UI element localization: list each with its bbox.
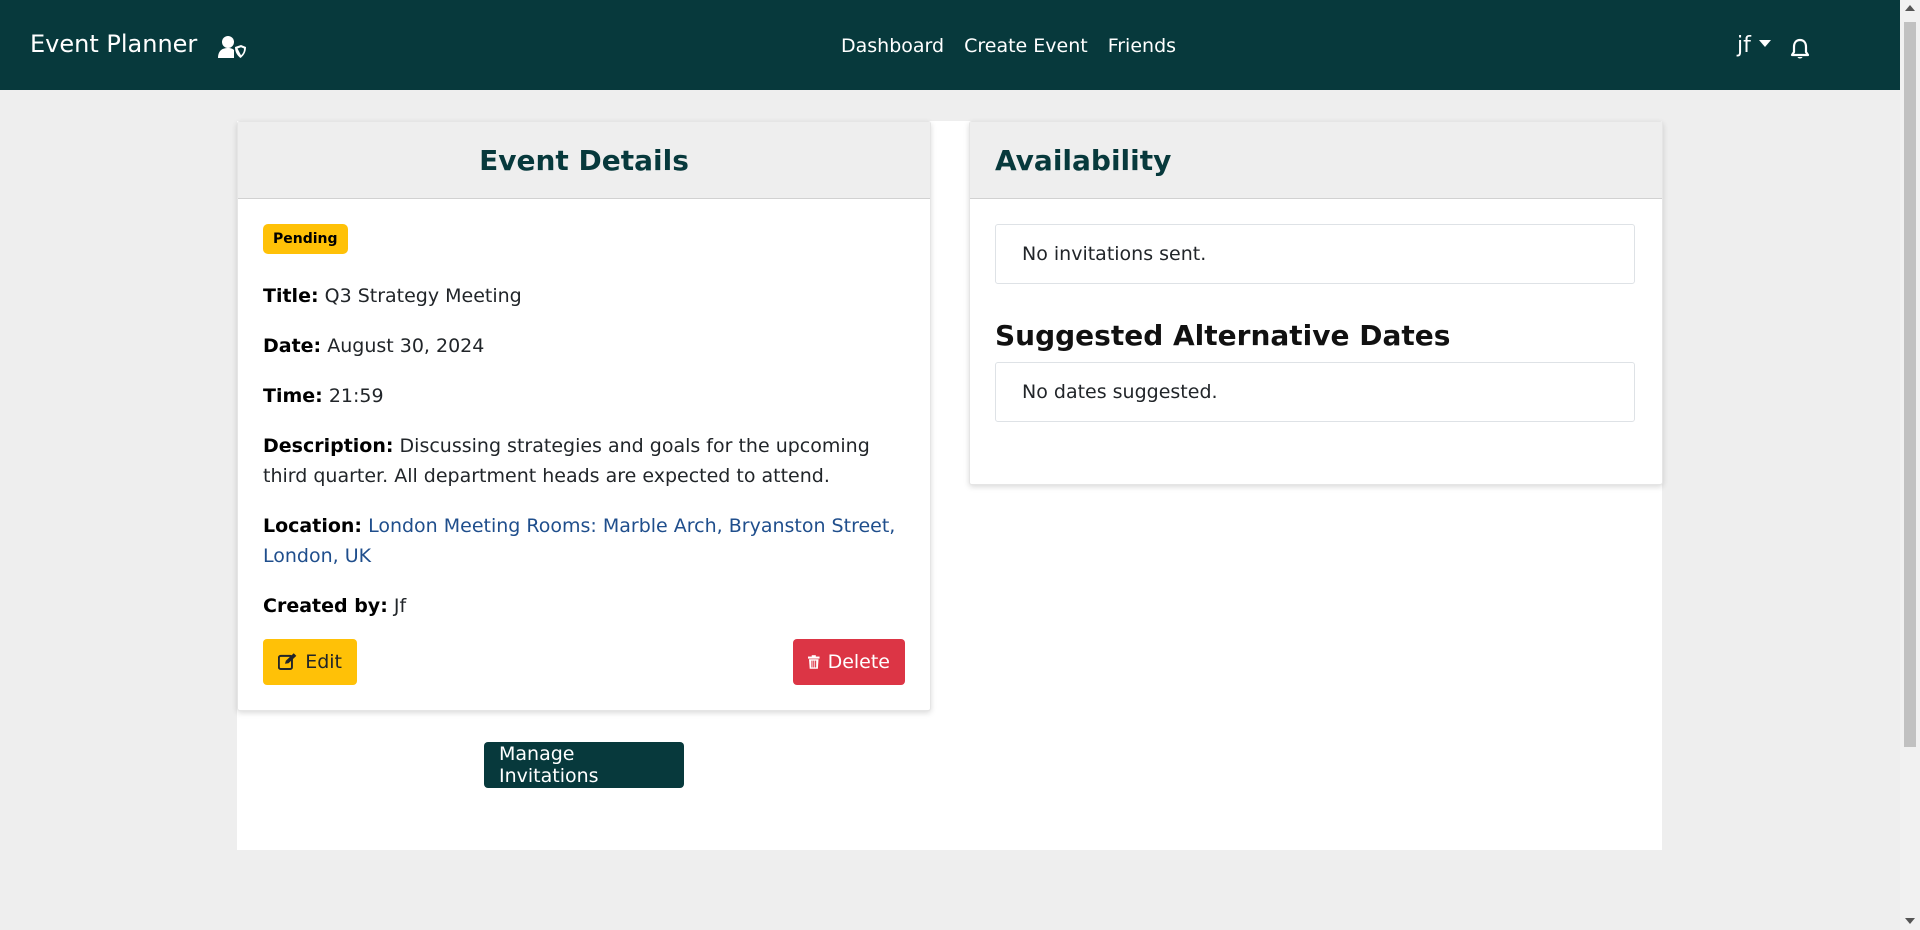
- nav-link-create-event[interactable]: Create Event: [964, 35, 1088, 57]
- availability-card: Availability No invitations sent. Sugges…: [969, 121, 1663, 485]
- event-details-card: Event Details Pending Title: Q3 Strategy…: [237, 121, 931, 711]
- description-label: Description:: [263, 435, 394, 457]
- title-label: Title:: [263, 285, 319, 307]
- status-badge: Pending: [263, 224, 348, 254]
- created-by-value: Jf: [393, 595, 407, 617]
- username: jf: [1737, 33, 1751, 58]
- event-time-field: Time: 21:59: [263, 381, 903, 411]
- scroll-up-icon[interactable]: [1905, 5, 1915, 11]
- brand-name[interactable]: Event Planner: [30, 30, 197, 58]
- event-details-header: Event Details: [238, 122, 930, 199]
- invitations-status-box: No invitations sent.: [995, 224, 1635, 284]
- date-label: Date:: [263, 335, 322, 357]
- main-nav: Dashboard Create Event Friends: [841, 35, 1176, 57]
- title-value: Q3 Strategy Meeting: [324, 285, 522, 307]
- scroll-down-icon[interactable]: [1905, 918, 1915, 924]
- edit-button[interactable]: Edit: [263, 639, 357, 685]
- time-value: 21:59: [328, 385, 384, 407]
- created-by-label: Created by:: [263, 595, 388, 617]
- caret-down-icon: [1758, 40, 1771, 47]
- scroll-thumb[interactable]: [1904, 22, 1916, 747]
- event-date-field: Date: August 30, 2024: [263, 331, 903, 361]
- suggested-dates-heading: Suggested Alternative Dates: [995, 319, 1451, 352]
- suggested-dates-box: No dates suggested.: [995, 362, 1635, 422]
- user-dropdown[interactable]: jf: [1737, 33, 1771, 58]
- location-label: Location:: [263, 515, 363, 537]
- bell-icon[interactable]: [1790, 38, 1810, 60]
- user-shield-icon[interactable]: [218, 35, 246, 59]
- availability-header: Availability: [970, 122, 1662, 199]
- edit-label: Edit: [305, 651, 342, 673]
- trash-icon: [808, 655, 820, 669]
- nav-link-friends[interactable]: Friends: [1108, 35, 1176, 57]
- vertical-scrollbar[interactable]: [1900, 0, 1920, 930]
- top-navbar: Event Planner Dashboard Create Event Fri…: [0, 0, 1900, 90]
- event-creator-field: Created by: Jf: [263, 591, 903, 621]
- delete-button[interactable]: Delete: [793, 639, 905, 685]
- date-value: August 30, 2024: [327, 335, 485, 357]
- edit-icon: [278, 653, 297, 670]
- main-container: Event Details Pending Title: Q3 Strategy…: [237, 121, 1663, 850]
- manage-invitations-button[interactable]: Manage Invitations: [484, 742, 684, 788]
- event-title-field: Title: Q3 Strategy Meeting: [263, 281, 903, 311]
- nav-link-dashboard[interactable]: Dashboard: [841, 35, 944, 57]
- event-description-field: Description: Discussing strategies and g…: [263, 431, 903, 491]
- event-location-field: Location: London Meeting Rooms: Marble A…: [263, 511, 903, 571]
- delete-label: Delete: [827, 651, 890, 673]
- time-label: Time:: [263, 385, 323, 407]
